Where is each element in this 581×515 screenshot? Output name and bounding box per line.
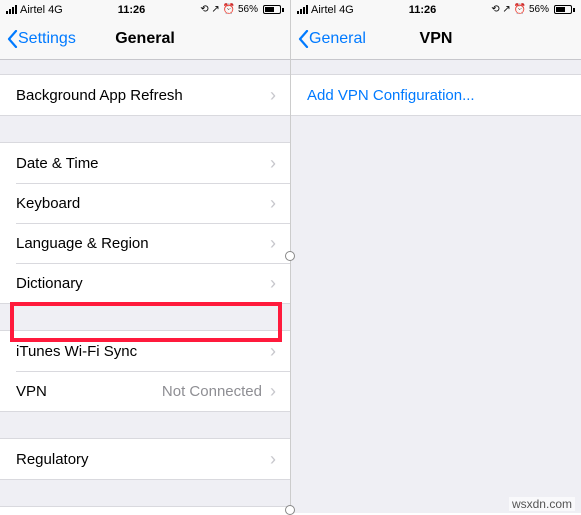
- battery-percent: 56%: [238, 4, 258, 15]
- battery-percent: 56%: [529, 4, 549, 15]
- back-button[interactable]: General: [297, 29, 366, 49]
- status-icons: ⟲ ↗ ⏰: [491, 4, 526, 15]
- nav-bar: General VPN: [291, 19, 581, 60]
- group-locale: Date & Time › Keyboard › Language & Regi…: [0, 142, 290, 304]
- back-label: General: [309, 30, 366, 48]
- selection-knob: [285, 251, 295, 261]
- status-bar: Airtel 4G 11:26 ⟲ ↗ ⏰ 56%: [291, 0, 581, 19]
- watermark: wsxdn.com: [509, 497, 575, 511]
- chevron-left-icon: [297, 29, 309, 49]
- screen-vpn: Airtel 4G 11:26 ⟲ ↗ ⏰ 56% General VPN: [291, 0, 581, 513]
- chevron-right-icon: ›: [270, 341, 276, 362]
- row-language-region[interactable]: Language & Region ›: [0, 223, 290, 263]
- status-time: 11:26: [118, 4, 146, 16]
- chevron-right-icon: ›: [270, 193, 276, 214]
- row-vpn[interactable]: VPN Not Connected ›: [0, 371, 290, 411]
- back-label: Settings: [18, 30, 76, 48]
- content: Add VPN Configuration...: [291, 60, 581, 513]
- back-button[interactable]: Settings: [6, 29, 76, 49]
- signal-icon: [297, 5, 308, 14]
- chevron-right-icon: ›: [270, 273, 276, 294]
- row-label: Background App Refresh: [16, 87, 270, 104]
- group-background: Background App Refresh ›: [0, 74, 290, 116]
- row-label: Language & Region: [16, 235, 270, 252]
- group-reset: Reset › Shut Down: [0, 506, 290, 513]
- row-dictionary[interactable]: Dictionary ›: [0, 263, 290, 303]
- signal-icon: [6, 5, 17, 14]
- row-label: Date & Time: [16, 155, 270, 172]
- row-label: VPN: [16, 383, 162, 400]
- row-date-time[interactable]: Date & Time ›: [0, 143, 290, 183]
- nav-bar: Settings General: [0, 19, 290, 60]
- network-type: 4G: [48, 4, 63, 16]
- chevron-right-icon: ›: [270, 153, 276, 174]
- carrier: Airtel: [311, 4, 336, 16]
- row-regulatory[interactable]: Regulatory ›: [0, 439, 290, 479]
- row-keyboard[interactable]: Keyboard ›: [0, 183, 290, 223]
- selection-knob: [285, 505, 295, 515]
- row-label: Regulatory: [16, 451, 270, 468]
- chevron-left-icon: [6, 29, 18, 49]
- row-label: Keyboard: [16, 195, 270, 212]
- row-label: Dictionary: [16, 275, 270, 292]
- row-itunes-wifi-sync[interactable]: iTunes Wi-Fi Sync ›: [0, 331, 290, 371]
- screen-general: Airtel 4G 11:26 ⟲ ↗ ⏰ 56% Settings Gener…: [0, 0, 291, 513]
- chevron-right-icon: ›: [270, 233, 276, 254]
- row-add-vpn-configuration[interactable]: Add VPN Configuration...: [291, 75, 581, 115]
- chevron-right-icon: ›: [270, 449, 276, 470]
- battery-icon: [552, 5, 575, 14]
- network-type: 4G: [339, 4, 354, 16]
- status-bar: Airtel 4G 11:26 ⟲ ↗ ⏰ 56%: [0, 0, 290, 19]
- group-regulatory: Regulatory ›: [0, 438, 290, 480]
- row-label: iTunes Wi-Fi Sync: [16, 343, 270, 360]
- row-label: Add VPN Configuration...: [307, 87, 567, 104]
- chevron-right-icon: ›: [270, 381, 276, 402]
- status-time: 11:26: [409, 4, 437, 16]
- status-icons: ⟲ ↗ ⏰: [200, 4, 235, 15]
- row-detail: Not Connected: [162, 383, 262, 400]
- content: Background App Refresh › Date & Time › K…: [0, 60, 290, 513]
- chevron-right-icon: ›: [270, 85, 276, 106]
- carrier: Airtel: [20, 4, 45, 16]
- row-background-app-refresh[interactable]: Background App Refresh ›: [0, 75, 290, 115]
- battery-icon: [261, 5, 284, 14]
- group-vpn-config: Add VPN Configuration...: [291, 74, 581, 116]
- row-reset[interactable]: Reset ›: [0, 507, 290, 513]
- group-sync-vpn: iTunes Wi-Fi Sync › VPN Not Connected ›: [0, 330, 290, 412]
